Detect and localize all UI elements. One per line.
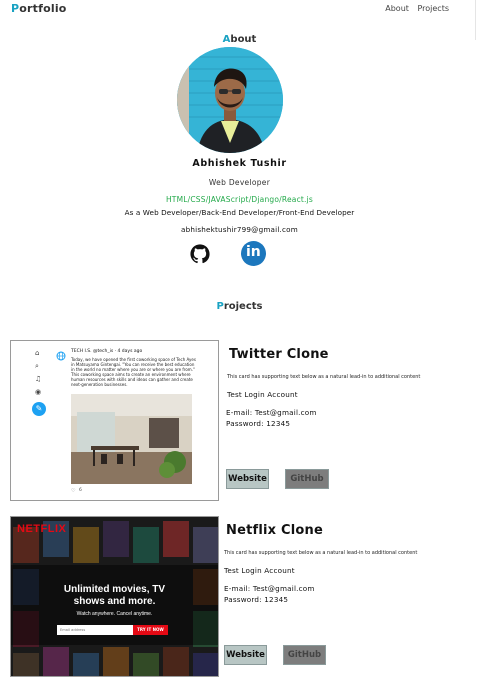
globe-icon xyxy=(56,351,66,361)
project-blurb-netflix: This card has supporting text below as a… xyxy=(224,550,418,556)
brand-rest: ortfolio xyxy=(19,2,67,15)
website-button-netflix[interactable]: Website xyxy=(224,645,267,665)
profile-name: Abhishek Tushir xyxy=(192,158,287,169)
nav-link-about[interactable]: About xyxy=(385,4,409,13)
home-icon: ⌂ xyxy=(35,349,40,357)
nav-link-projects[interactable]: Projects xyxy=(417,4,449,13)
projects-heading-rest: rojects xyxy=(223,301,263,312)
navbar: Portfolio About Projects xyxy=(0,0,479,40)
bell-icon: ♫ xyxy=(35,375,42,383)
projects-heading-first: P xyxy=(216,301,224,312)
tweet-handle: TECH I.S. @tech_is · 4 days ago xyxy=(71,349,143,354)
netflix-subtext: Watch anywhere. Cancel anytime. xyxy=(76,611,153,617)
github-icon-svg xyxy=(190,244,210,264)
nav-links: About Projects xyxy=(379,4,449,13)
project-blurb-twitter: This card has supporting text below as a… xyxy=(227,374,421,380)
avatar-photo xyxy=(177,47,283,153)
like-icon: ♡ xyxy=(71,488,76,494)
about-heading-rest: bout xyxy=(230,34,257,45)
brand-logo[interactable]: Portfolio xyxy=(11,2,67,15)
netflix-email-input: Email address xyxy=(57,625,133,635)
project-account-netflix: Test Login Account xyxy=(224,566,295,575)
search-icon: ⌕ xyxy=(35,362,39,370)
avatar xyxy=(177,47,283,153)
project-email-netflix: E-mail: Test@gmail.com xyxy=(224,584,315,593)
project-title-twitter: Twitter Clone xyxy=(229,347,329,362)
project-account-twitter: Test Login Account xyxy=(227,390,298,399)
twitter-sidebar: ⌂ ⌕ ♫ ◉ ✎ xyxy=(11,341,46,500)
project-password-twitter: Password: 12345 xyxy=(226,419,291,428)
netflix-headline: Unlimited movies, TV shows and more. xyxy=(11,584,218,608)
tweet-photo xyxy=(71,394,192,484)
project-title-netflix: Netflix Clone xyxy=(226,523,323,538)
profile-skills: HTML/CSS/JAVAScript/Django/React.js xyxy=(165,195,314,204)
compose-icon: ✎ xyxy=(32,402,46,416)
github-button-twitter[interactable]: GitHub xyxy=(285,469,329,489)
project-password-netflix: Password: 12345 xyxy=(224,595,289,604)
project-screenshot-twitter: ⌂ ⌕ ♫ ◉ ✎ TECH I.S. @tech_is · 4 days ag… xyxy=(10,340,219,501)
netflix-headline-line2: shows and more. xyxy=(73,596,156,607)
netflix-logo: NETFLIX xyxy=(17,523,67,535)
project-email-twitter: E-mail: Test@gmail.com xyxy=(226,408,317,417)
github-button-netflix[interactable]: GitHub xyxy=(283,645,326,665)
netflix-cta: TRY IT NOW xyxy=(133,625,168,635)
linkedin-glyph: in xyxy=(246,244,261,260)
github-icon[interactable] xyxy=(190,244,210,264)
profile-description: As a Web Developer/Back-End Developer/Fr… xyxy=(124,208,355,217)
tweet-text: Today, we have opened the first coworkin… xyxy=(71,357,196,387)
linkedin-icon[interactable]: in xyxy=(241,241,266,266)
user-icon: ◉ xyxy=(35,388,42,396)
like-count: 6 xyxy=(79,488,82,493)
project-screenshot-netflix: NETFLIX Unlimited movies, TV shows and m… xyxy=(10,516,219,677)
projects-heading: Projects xyxy=(0,301,479,312)
website-button-twitter[interactable]: Website xyxy=(226,469,269,489)
netflix-headline-line1: Unlimited movies, TV xyxy=(63,584,166,595)
profile-role: Web Developer xyxy=(208,178,271,187)
about-heading: About xyxy=(0,34,479,45)
profile-email: abhishektushir799@gmail.com xyxy=(181,225,298,234)
